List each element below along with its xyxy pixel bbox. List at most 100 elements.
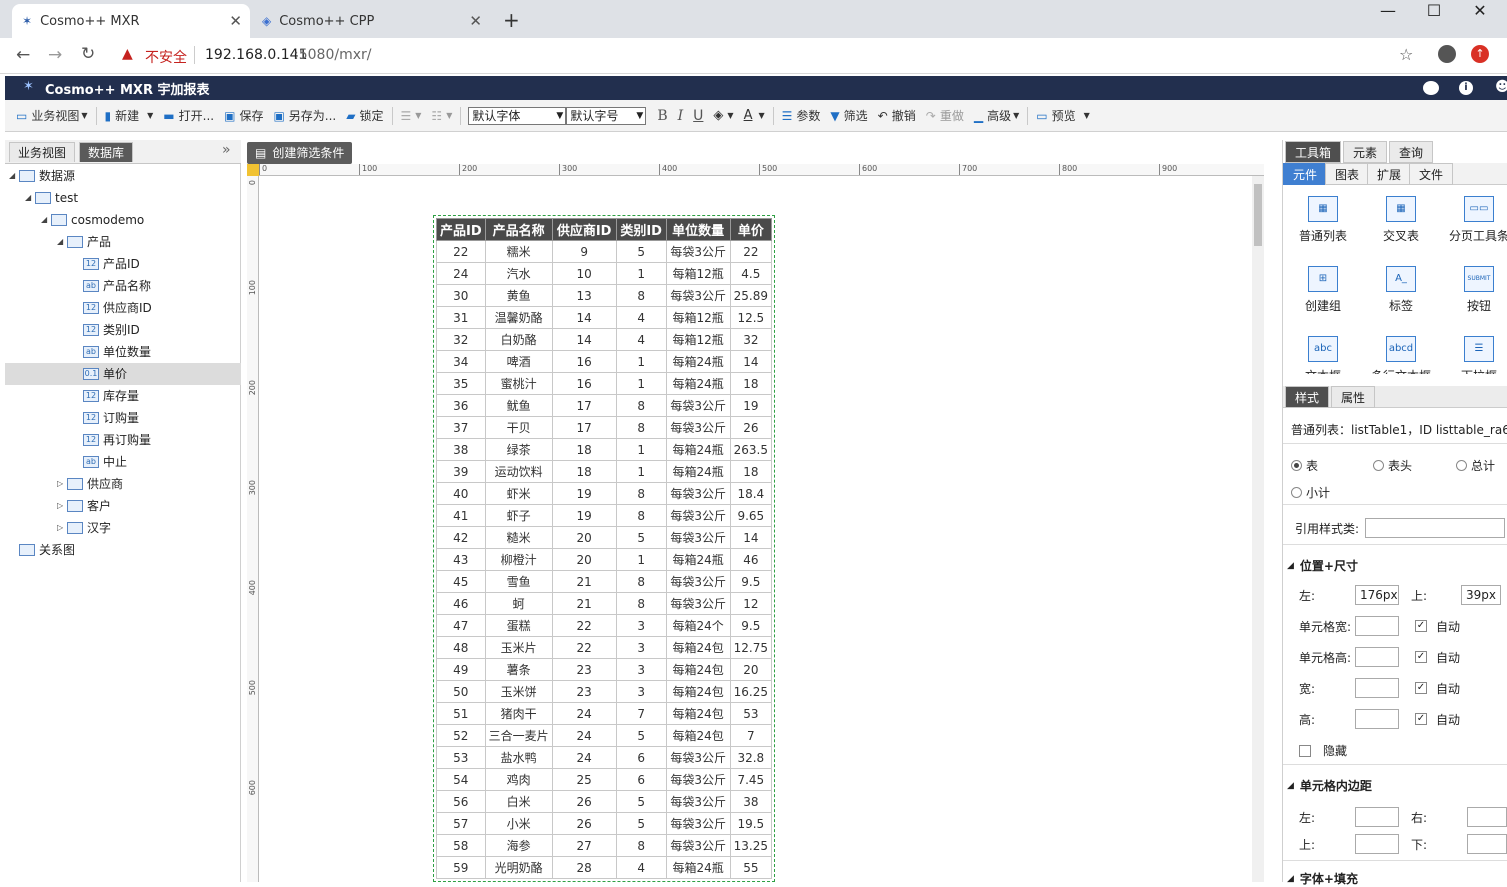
table-row[interactable]: 49 薯条 23 3 每箱24包 20 (436, 658, 773, 681)
tab-business-view[interactable]: 业务视图 (9, 142, 76, 162)
table-cell[interactable]: 8 (615, 504, 667, 527)
table-cell[interactable]: 小米 (484, 812, 553, 835)
position-size-section[interactable]: ◢ 位置+尺寸 (1287, 557, 1358, 574)
table-cell[interactable]: 8 (615, 570, 667, 593)
table-cell[interactable]: 3 (615, 680, 667, 703)
font-fill-section[interactable]: ◢ 字体+填充 (1287, 870, 1358, 887)
tree-node[interactable]: 12 产品ID (5, 253, 241, 275)
table-row[interactable]: 57 小米 26 5 每袋3公斤 19.5 (436, 812, 773, 835)
table-cell[interactable]: 每箱24包 (665, 680, 731, 703)
table-row[interactable]: 45 雪鱼 21 8 每袋3公斤 9.5 (436, 570, 773, 593)
table-cell[interactable]: 59 (436, 856, 486, 879)
table-cell[interactable]: 蜜桃汁 (484, 372, 553, 395)
table-cell[interactable]: 每袋3公斤 (665, 790, 731, 813)
table-cell[interactable]: 每袋3公斤 (665, 482, 731, 505)
table-cell[interactable]: 每袋3公斤 (665, 240, 731, 263)
top-input[interactable]: 39px (1461, 585, 1501, 605)
save-as-button[interactable]: ▣ 另存为... (268, 104, 341, 128)
table-cell[interactable]: 每箱24包 (665, 658, 731, 681)
expand-arrow-icon[interactable]: ▷ (57, 517, 67, 539)
table-cell[interactable]: 36 (436, 394, 486, 417)
table-cell[interactable]: 每箱12瓶 (665, 328, 731, 351)
collapse-arrow-icon[interactable]: ◢ (57, 231, 67, 253)
table-row[interactable]: 51 猪肉干 24 7 每箱24包 53 (436, 702, 773, 725)
font-color-menu[interactable]: A ▼ (739, 104, 770, 128)
table-cell[interactable]: 盐水鸭 (484, 746, 553, 769)
open-button[interactable]: ▬ 打开... (158, 104, 219, 128)
table-cell[interactable]: 46 (436, 592, 486, 615)
table-row[interactable]: 47 蛋糕 22 3 每箱24个 9.5 (436, 614, 773, 637)
table-row[interactable]: 46 蚵 21 8 每袋3公斤 12 (436, 592, 773, 615)
table-cell[interactable]: 1 (615, 438, 667, 461)
table-cell[interactable]: 39 (436, 460, 486, 483)
table-row[interactable]: 54 鸡肉 25 6 每袋3公斤 7.45 (436, 768, 773, 791)
close-tab-icon[interactable]: ✕ (469, 12, 482, 30)
table-cell[interactable]: 运动饮料 (484, 460, 553, 483)
table-cell[interactable]: 19 (551, 482, 617, 505)
table-cell[interactable]: 每箱24包 (665, 724, 731, 747)
table-cell[interactable]: 1 (615, 460, 667, 483)
table-cell[interactable]: 24 (551, 702, 617, 725)
table-cell[interactable]: 4 (615, 328, 667, 351)
browser-tab-cpp[interactable]: ◈ Cosmo++ CPP ✕ (252, 4, 490, 38)
url-path[interactable]: :5080/mxr/ (294, 47, 371, 63)
table-cell[interactable]: 18 (729, 372, 773, 395)
back-arrow-icon[interactable]: ← (16, 45, 30, 65)
tool-item[interactable]: ▭▭ 分页工具条 (1441, 196, 1507, 244)
table-cell[interactable]: 每箱24瓶 (665, 438, 731, 461)
table-cell[interactable]: 鸡肉 (484, 768, 553, 791)
table-row[interactable]: 59 光明奶酪 28 4 每箱24瓶 55 (436, 856, 773, 879)
table-row[interactable]: 36 鱿鱼 17 8 每袋3公斤 19 (436, 394, 773, 417)
table-cell[interactable]: 8 (615, 834, 667, 857)
insecure-label[interactable]: 不安全 (145, 47, 187, 67)
tree-node[interactable]: ab 单位数量 (5, 341, 241, 363)
table-cell[interactable]: 21 (551, 570, 617, 593)
table-cell[interactable]: 8 (615, 284, 667, 307)
table-cell[interactable]: 27 (551, 834, 617, 857)
tool-item[interactable]: A_ 标签 (1363, 266, 1439, 314)
table-cell[interactable]: 49 (436, 658, 486, 681)
table-cell[interactable]: 34 (436, 350, 486, 373)
table-cell[interactable]: 9.65 (729, 504, 773, 527)
product-table[interactable]: 产品ID 产品名称 供应商ID 类别ID 单位数量 单价 22 糯米 9 5 每袋3公斤 22 24 汽… (436, 218, 773, 879)
tree-node[interactable]: ▷ 供应商 (5, 473, 241, 495)
table-cell[interactable]: 4.5 (729, 262, 773, 285)
update-icon[interactable]: ↑ (1471, 45, 1489, 63)
table-cell[interactable]: 22 (551, 636, 617, 659)
table-cell[interactable]: 1 (615, 548, 667, 571)
subtab-components[interactable]: 元件 (1283, 163, 1328, 185)
collapse-panel-icon[interactable]: » (222, 142, 231, 158)
align-menu[interactable]: ☰ ▼ (396, 104, 427, 128)
table-cell[interactable]: 53 (436, 746, 486, 769)
table-cell[interactable]: 糙米 (484, 526, 553, 549)
collapse-arrow-icon[interactable]: ◢ (9, 165, 19, 187)
save-button[interactable]: ▣ 保存 (219, 104, 268, 128)
table-row[interactable]: 43 柳橙汁 20 1 每箱24瓶 46 (436, 548, 773, 571)
auto-checkbox[interactable]: ✓ (1415, 713, 1427, 725)
table-cell[interactable]: 5 (615, 526, 667, 549)
params-button[interactable]: ☰ 参数 (777, 104, 826, 128)
bookmark-star-icon[interactable]: ☆ (1399, 45, 1413, 64)
subtab-files[interactable]: 文件 (1409, 163, 1454, 185)
table-row[interactable]: 22 糯米 9 5 每袋3公斤 22 (436, 240, 773, 263)
auto-checkbox[interactable]: ✓ (1415, 651, 1427, 663)
table-cell[interactable]: 鱿鱼 (484, 394, 553, 417)
new-tab-button[interactable]: + (503, 8, 520, 32)
minimize-window-icon[interactable]: — (1365, 0, 1411, 24)
table-cell[interactable]: 1 (615, 372, 667, 395)
table-cell[interactable]: 9 (551, 240, 617, 263)
advanced-menu[interactable]: ▁ 高级 ▼ (969, 104, 1024, 128)
table-cell[interactable]: 23 (551, 680, 617, 703)
table-cell[interactable]: 24 (436, 262, 486, 285)
table-cell[interactable]: 38 (436, 438, 486, 461)
tree-node[interactable]: 12 订购量 (5, 407, 241, 429)
table-cell[interactable]: 3 (615, 658, 667, 681)
undo-button[interactable]: ↶ 撤销 (873, 104, 921, 128)
user-icon[interactable]: ☻ (1495, 79, 1507, 95)
collapse-arrow-icon[interactable]: ◢ (25, 187, 35, 209)
table-cell[interactable]: 3 (615, 636, 667, 659)
table-cell[interactable]: 18 (551, 438, 617, 461)
table-cell[interactable]: 温馨奶酪 (484, 306, 553, 329)
ruler-origin[interactable] (247, 164, 259, 176)
table-cell[interactable]: 每箱24瓶 (665, 372, 731, 395)
